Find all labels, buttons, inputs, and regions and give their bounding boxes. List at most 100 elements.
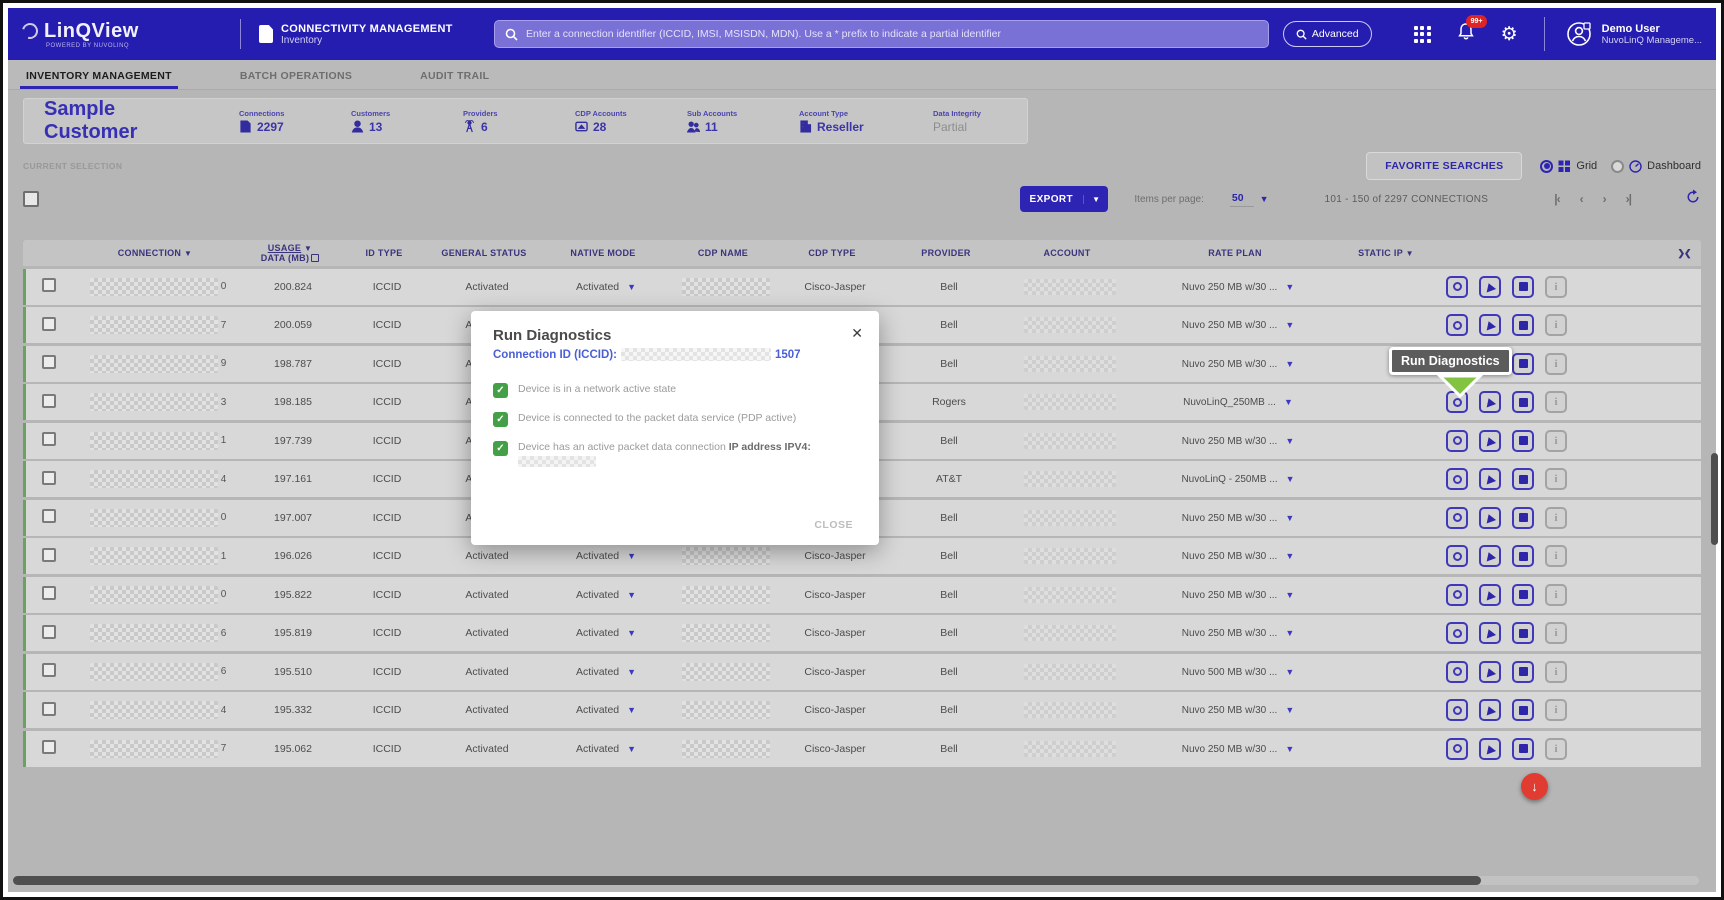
connection-status-button[interactable]	[1446, 584, 1468, 606]
chevron-down-icon[interactable]: ▼	[1285, 513, 1294, 523]
connection-cell[interactable]: 9	[72, 355, 244, 373]
connection-cell[interactable]: 0	[72, 509, 244, 527]
connection-status-button[interactable]	[1446, 430, 1468, 452]
rate-plan-cell[interactable]: NuvoLinQ - 250MB ...▼	[1130, 473, 1346, 485]
connection-cell[interactable]: 0	[72, 278, 244, 296]
next-page-button[interactable]: ›	[1603, 192, 1606, 206]
column-header-provider[interactable]: PROVIDER	[885, 248, 1007, 258]
row-checkbox[interactable]	[42, 548, 56, 562]
chevron-down-icon[interactable]: ▼	[627, 744, 636, 754]
favorite-searches-button[interactable]: FAVORITE SEARCHES	[1366, 152, 1522, 180]
view-toggle-dashboard[interactable]: Dashboard	[1611, 160, 1701, 173]
column-header-account[interactable]: ACCOUNT	[1007, 248, 1127, 258]
sim-details-button[interactable]	[1512, 622, 1534, 644]
row-checkbox[interactable]	[42, 702, 56, 716]
connection-cell[interactable]: 0	[72, 586, 244, 604]
settings-gear-icon[interactable]: ⚙	[1501, 25, 1518, 44]
sim-details-button[interactable]	[1512, 699, 1534, 721]
native-mode-cell[interactable]: Activated▼	[542, 589, 670, 601]
run-diagnostics-button[interactable]	[1479, 584, 1501, 606]
row-checkbox[interactable]	[42, 432, 56, 446]
data-filter-icon[interactable]	[311, 254, 319, 262]
connection-cell[interactable]: 4	[72, 470, 244, 488]
apps-grid-icon[interactable]	[1414, 26, 1431, 43]
connection-status-button[interactable]	[1446, 699, 1468, 721]
sim-details-button[interactable]	[1512, 430, 1534, 452]
logo-block[interactable]: LinQView POWERED BY NUVOLINQ	[22, 20, 222, 49]
column-header-id-type[interactable]: ID TYPE	[339, 248, 429, 258]
items-per-page-select[interactable]: 50	[1230, 192, 1254, 207]
last-page-button[interactable]: ›|	[1626, 192, 1631, 206]
horizontal-scrollbar[interactable]	[13, 876, 1699, 885]
search-input[interactable]	[526, 28, 1258, 40]
row-checkbox[interactable]	[42, 317, 56, 331]
native-mode-cell[interactable]: Activated▼	[542, 550, 670, 562]
first-page-button[interactable]: |‹	[1554, 192, 1559, 206]
rate-plan-cell[interactable]: NuvoLinQ_250MB ...▼	[1130, 396, 1346, 408]
chevron-down-icon[interactable]: ▼	[1260, 194, 1269, 204]
column-header-rate-plan[interactable]: RATE PLAN	[1127, 248, 1343, 258]
column-header-cdp-type[interactable]: CDP TYPE	[779, 248, 885, 258]
close-icon[interactable]: ✕	[851, 325, 863, 342]
user-menu[interactable]: Demo User NuvoLinQ Manageme...	[1565, 20, 1702, 48]
chevron-down-icon[interactable]: ▼	[1285, 359, 1294, 369]
sim-details-button[interactable]	[1512, 276, 1534, 298]
row-checkbox[interactable]	[42, 278, 56, 292]
rate-plan-cell[interactable]: Nuvo 250 MB w/30 ...▼	[1130, 358, 1346, 370]
chevron-down-icon[interactable]: ▼	[1285, 705, 1294, 715]
native-mode-cell[interactable]: Activated▼	[542, 281, 670, 293]
run-diagnostics-button[interactable]	[1479, 276, 1501, 298]
row-checkbox[interactable]	[42, 586, 56, 600]
row-checkbox[interactable]	[42, 740, 56, 754]
column-header-usage[interactable]: USAGE ▼DATA (MB)	[241, 243, 339, 264]
chevron-down-icon[interactable]: ▼	[627, 628, 636, 638]
vertical-scrollbar[interactable]	[1711, 63, 1718, 877]
refresh-button[interactable]	[1685, 189, 1701, 210]
column-header-connection[interactable]: CONNECTION ▼	[69, 248, 241, 258]
select-all-checkbox[interactable]	[23, 191, 39, 207]
rate-plan-cell[interactable]: Nuvo 250 MB w/30 ...▼	[1130, 512, 1346, 524]
connection-status-button[interactable]	[1446, 276, 1468, 298]
column-header-static-ip[interactable]: STATIC IP ▼	[1343, 248, 1429, 258]
connection-cell[interactable]: 1	[72, 547, 244, 565]
rate-plan-cell[interactable]: Nuvo 250 MB w/30 ...▼	[1130, 550, 1346, 562]
connection-status-button[interactable]	[1446, 545, 1468, 567]
run-diagnostics-button[interactable]	[1479, 661, 1501, 683]
rate-plan-cell[interactable]: Nuvo 250 MB w/30 ...▼	[1130, 743, 1346, 755]
modal-close-button[interactable]: CLOSE	[814, 519, 853, 531]
chevron-down-icon[interactable]: ▼	[1285, 628, 1294, 638]
sim-details-button[interactable]	[1512, 661, 1534, 683]
chevron-down-icon[interactable]: ▼	[627, 667, 636, 677]
native-mode-cell[interactable]: Activated▼	[542, 743, 670, 755]
native-mode-cell[interactable]: Activated▼	[542, 704, 670, 716]
advanced-search-button[interactable]: Advanced	[1283, 21, 1372, 47]
chevron-down-icon[interactable]: ▼	[627, 282, 636, 292]
sim-details-button[interactable]	[1512, 507, 1534, 529]
column-header-general-status[interactable]: GENERAL STATUS	[429, 248, 539, 258]
sim-details-button[interactable]	[1512, 391, 1534, 413]
row-checkbox[interactable]	[42, 625, 56, 639]
tab-inventory-management[interactable]: INVENTORY MANAGEMENT	[20, 62, 178, 89]
run-diagnostics-button[interactable]	[1479, 314, 1501, 336]
rate-plan-cell[interactable]: Nuvo 250 MB w/30 ...▼	[1130, 704, 1346, 716]
export-dropdown-arrow[interactable]: ▼	[1083, 195, 1108, 204]
rate-plan-cell[interactable]: Nuvo 250 MB w/30 ...▼	[1130, 435, 1346, 447]
run-diagnostics-button[interactable]	[1479, 430, 1501, 452]
chevron-down-icon[interactable]: ▼	[1285, 667, 1294, 677]
chevron-down-icon[interactable]: ▼	[1285, 436, 1294, 446]
rate-plan-cell[interactable]: Nuvo 250 MB w/30 ...▼	[1130, 589, 1346, 601]
chevron-down-icon[interactable]: ▼	[1286, 474, 1295, 484]
sim-details-button[interactable]	[1512, 584, 1534, 606]
vertical-scrollbar-thumb[interactable]	[1711, 453, 1718, 545]
connection-cell[interactable]: 6	[72, 624, 244, 642]
column-header-native-mode[interactable]: NATIVE MODE	[539, 248, 667, 258]
column-header-cdp-name[interactable]: CDP NAME	[667, 248, 779, 258]
connection-status-button[interactable]	[1446, 661, 1468, 683]
sim-details-button[interactable]	[1512, 468, 1534, 490]
connection-status-button[interactable]	[1446, 738, 1468, 760]
chevron-down-icon[interactable]: ▼	[627, 705, 636, 715]
chevron-down-icon[interactable]: ▼	[1285, 590, 1294, 600]
row-checkbox[interactable]	[42, 471, 56, 485]
chevron-down-icon[interactable]: ▼	[1284, 397, 1293, 407]
collapse-columns-icon[interactable]: ❯❮	[1677, 248, 1690, 258]
